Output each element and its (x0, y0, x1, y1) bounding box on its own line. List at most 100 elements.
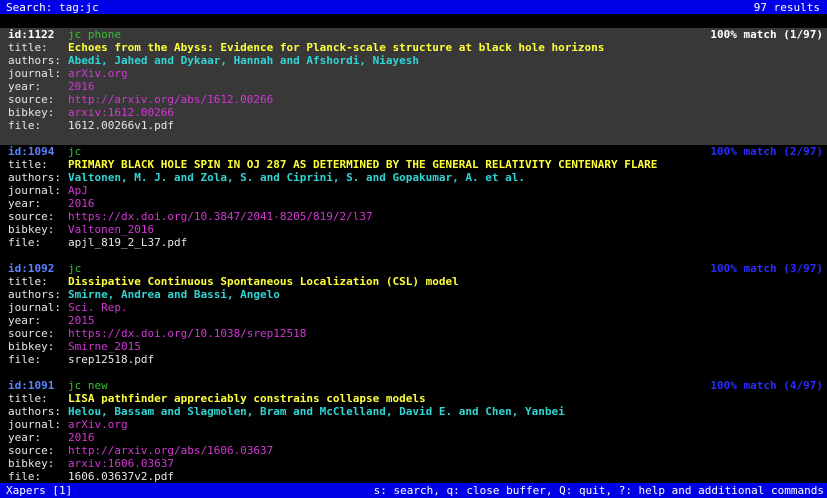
field-value-bibkey: arxiv:1612.00266 (68, 106, 174, 119)
field-value-journal: arXiv.org (68, 67, 128, 80)
field-label: source: (8, 210, 55, 223)
entry-header: id:1092 jc 100% match (3/97) (0, 262, 827, 275)
key-help: s: search, q: close buffer, Q: quit, ?: … (373, 484, 824, 497)
field-value-file[interactable]: 1606.03637v2.pdf (68, 470, 174, 483)
field-year: year: 2016 (0, 80, 827, 93)
field-value-source[interactable]: http://arxiv.org/abs/1612.00266 (68, 93, 273, 106)
field-value-authors: Valtonen, M. J. and Zola, S. and Ciprini… (68, 171, 525, 184)
field-label: source: (8, 93, 55, 106)
entry-tags: jc new (68, 379, 108, 392)
field-value-year: 2016 (68, 80, 95, 93)
field-journal: journal: arXiv.org (0, 67, 827, 80)
field-value-title: Echoes from the Abyss: Evidence for Plan… (68, 41, 605, 54)
field-label: title: (8, 158, 48, 171)
field-value-authors: Abedi, Jahed and Dykaar, Hannah and Afsh… (68, 54, 419, 67)
field-file: file: 1606.03637v2.pdf (0, 470, 827, 483)
search-status-bar: Search: tag:jc 97 results (0, 0, 827, 14)
field-value-bibkey: Smirne_2015 (68, 340, 141, 353)
field-journal: journal: Sci. Rep. (0, 301, 827, 314)
search-query: Search: tag:jc (6, 1, 99, 14)
field-label: file: (8, 119, 42, 132)
field-label: title: (8, 41, 48, 54)
field-source: source: https://dx.doi.org/10.1038/srep12… (0, 327, 827, 340)
entry-id[interactable]: id:1122 (8, 28, 54, 41)
field-value-bibkey: Valtonen_2016 (68, 223, 155, 236)
field-source: source: https://dx.doi.org/10.3847/2041-8… (0, 210, 827, 223)
field-source: source: http://arxiv.org/abs/1606.03637 (0, 444, 827, 457)
field-title: title: LISA pathfinder appreciably constr… (0, 392, 827, 405)
field-authors: authors: Abedi, Jahed and Dykaar, Hannah … (0, 54, 827, 67)
field-authors: authors: Valtonen, M. J. and Zola, S. and… (0, 171, 827, 184)
field-label: bibkey: (8, 223, 55, 236)
field-label: file: (8, 236, 42, 249)
entry-id[interactable]: id:1094 (8, 145, 54, 158)
field-value-authors: Helou, Bassam and Slagmolen, Bram and Mc… (68, 405, 565, 418)
result-entry[interactable]: id:1092 jc 100% match (3/97) title: Dissipat… (0, 262, 827, 379)
result-count: 97 results (753, 1, 820, 14)
match-score: 100% match (2/97) (710, 145, 823, 158)
field-label: source: (8, 444, 55, 457)
field-source: source: http://arxiv.org/abs/1612.00266 (0, 93, 827, 106)
result-entry[interactable]: id:1122 jc phone 100% match (1/97) title: Ec… (0, 28, 827, 145)
field-value-year: 2016 (68, 197, 95, 210)
entry-header: id:1094 jc 100% match (2/97) (0, 145, 827, 158)
field-label: bibkey: (8, 340, 55, 353)
field-value-authors: Smirne, Andrea and Bassi, Angelo (68, 288, 280, 301)
field-value-year: 2015 (68, 314, 95, 327)
entry-header: id:1122 jc phone 100% match (1/97) (0, 28, 827, 41)
field-label: bibkey: (8, 457, 55, 470)
field-year: year: 2016 (0, 197, 827, 210)
field-label: authors: (8, 54, 61, 67)
field-label: bibkey: (8, 106, 55, 119)
field-value-journal: arXiv.org (68, 418, 128, 431)
match-score: 100% match (4/97) (710, 379, 823, 392)
entry-id[interactable]: id:1092 (8, 262, 54, 275)
field-authors: authors: Helou, Bassam and Slagmolen, Bra… (0, 405, 827, 418)
field-label: source: (8, 327, 55, 340)
field-value-source[interactable]: https://dx.doi.org/10.1038/srep12518 (68, 327, 306, 340)
field-value-file[interactable]: 1612.00266v1.pdf (68, 119, 174, 132)
field-label: journal: (8, 418, 61, 431)
field-authors: authors: Smirne, Andrea and Bassi, Angelo (0, 288, 827, 301)
entry-tags: jc (68, 262, 82, 275)
field-value-journal: Sci. Rep. (68, 301, 128, 314)
field-title: title: Echoes from the Abyss: Evidence fo… (0, 41, 827, 54)
entry-tags: jc phone (68, 28, 121, 41)
field-value-file[interactable]: apjl_819_2_L37.pdf (68, 236, 187, 249)
field-label: year: (8, 80, 42, 93)
field-value-source[interactable]: https://dx.doi.org/10.3847/2041-8205/819… (68, 210, 373, 223)
field-value-title: PRIMARY BLACK HOLE SPIN IN OJ 287 AS DET… (68, 158, 658, 171)
entry-id[interactable]: id:1091 (8, 379, 54, 392)
result-entry[interactable]: id:1094 jc 100% match (2/97) title: PRIMARY … (0, 145, 827, 262)
match-score: 100% match (1/97) (710, 28, 823, 41)
field-label: authors: (8, 171, 61, 184)
field-label: title: (8, 392, 48, 405)
field-title: title: PRIMARY BLACK HOLE SPIN IN OJ 287 … (0, 158, 827, 171)
field-bibkey: bibkey: arxiv:1606.03637 (0, 457, 827, 470)
result-entry[interactable]: id:1091 jc new 100% match (4/97) title: LISA… (0, 379, 827, 496)
field-value-year: 2016 (68, 431, 95, 444)
field-title: title: Dissipative Continuous Spontaneous… (0, 275, 827, 288)
field-journal: journal: ApJ (0, 184, 827, 197)
field-label: file: (8, 353, 42, 366)
field-label: year: (8, 314, 42, 327)
field-label: authors: (8, 405, 61, 418)
field-label: year: (8, 197, 42, 210)
field-label: authors: (8, 288, 61, 301)
footer-status-bar: Xapers [1] s: search, q: close buffer, Q… (0, 483, 827, 498)
field-file: file: apjl_819_2_L37.pdf (0, 236, 827, 249)
field-value-source[interactable]: http://arxiv.org/abs/1606.03637 (68, 444, 273, 457)
field-journal: journal: arXiv.org (0, 418, 827, 431)
field-value-file[interactable]: srep12518.pdf (68, 353, 154, 366)
field-file: file: srep12518.pdf (0, 353, 827, 366)
field-value-title: Dissipative Continuous Spontaneous Local… (68, 275, 459, 288)
field-value-journal: ApJ (68, 184, 88, 197)
buffer-name: Xapers [1] (6, 484, 73, 497)
entry-tags: jc (68, 145, 82, 158)
field-label: journal: (8, 67, 61, 80)
field-label: year: (8, 431, 42, 444)
result-list: id:1122 jc phone 100% match (1/97) title: Ec… (0, 28, 827, 496)
field-bibkey: bibkey: arxiv:1612.00266 (0, 106, 827, 119)
field-value-title: LISA pathfinder appreciably constrains c… (68, 392, 426, 405)
field-label: journal: (8, 184, 61, 197)
